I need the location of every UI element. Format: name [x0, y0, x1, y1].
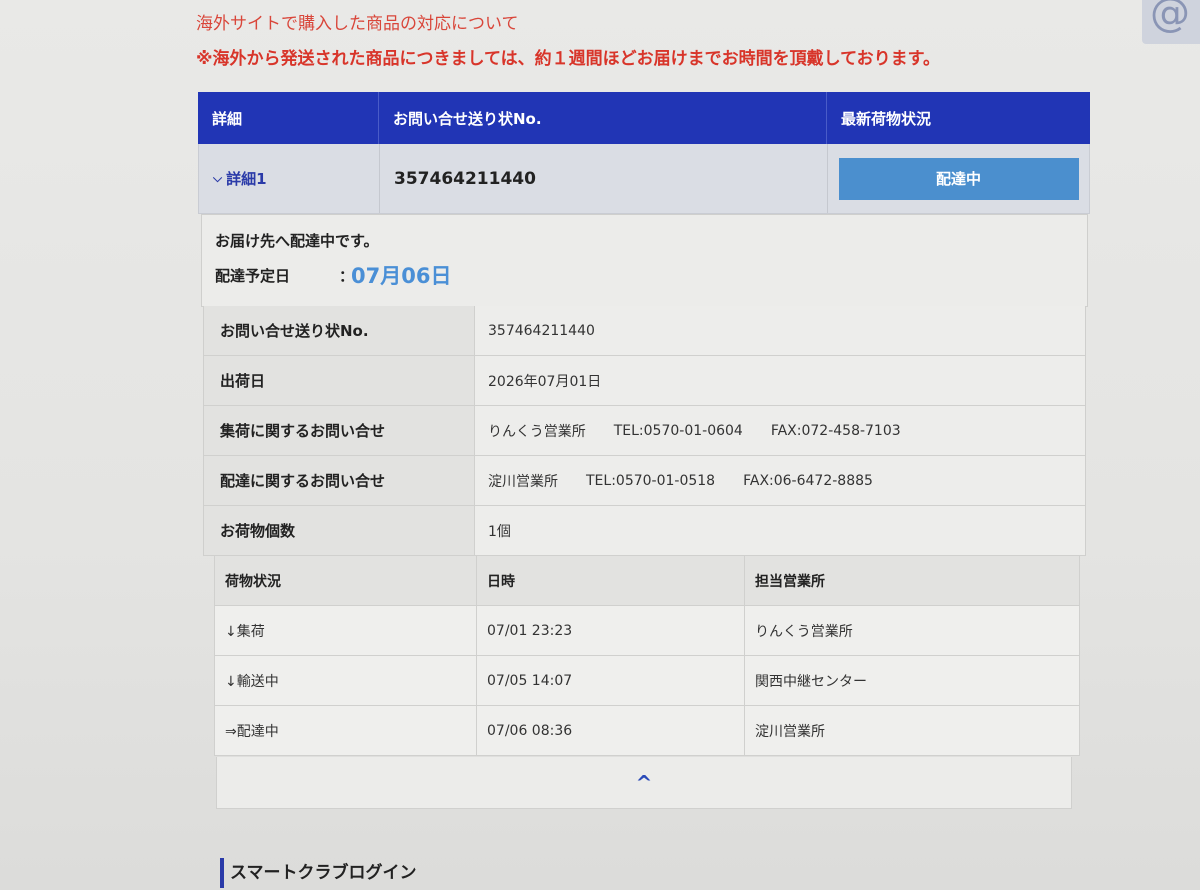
history-header-office: 担当営業所: [745, 556, 1079, 605]
info-value: 357464211440: [475, 306, 1085, 355]
history-status: ↓輸送中: [215, 656, 477, 705]
pickup-fax: FAX:072-458-7103: [770, 422, 901, 439]
pickup-office: りんくう営業所: [488, 423, 586, 440]
info-value: 1個: [475, 506, 1085, 555]
tracking-row: ⌵ 詳細1 357464211440 配達中: [198, 144, 1090, 214]
history-row: ↓輸送中 07/05 14:07 関西中継センター: [215, 656, 1079, 706]
detail-toggle[interactable]: ⌵ 詳細1: [199, 144, 380, 213]
info-label: 配達に関するお問い合せ: [204, 456, 475, 505]
tracking-number: 357464211440: [380, 144, 828, 213]
history-office: りんくう営業所: [745, 606, 1079, 655]
info-label: お問い合せ送り状No.: [204, 306, 475, 355]
info-value: 淀川営業所 TEL:0570-01-0518 FAX:06-6472-8885: [475, 456, 1085, 505]
at-icon[interactable]: @: [1142, 0, 1200, 44]
delivery-office: 淀川営業所: [488, 473, 558, 490]
history-office: 淀川営業所: [745, 706, 1079, 755]
history-datetime: 07/06 08:36: [477, 706, 745, 755]
package-count: 1個: [488, 523, 511, 540]
info-label: 出荷日: [204, 356, 475, 405]
detail-toggle-label: 詳細1: [226, 170, 267, 188]
due-date-label: 配達予定日: [215, 267, 291, 285]
overseas-notice-link[interactable]: 海外サイトで購入した商品の対応について: [196, 9, 519, 34]
chevron-up-icon: ^: [635, 770, 653, 795]
delivery-fax: FAX:06-6472-8885: [743, 472, 873, 489]
tracking-summary-table: 詳細 お問い合せ送り状No. 最新荷物状況 ⌵ 詳細1 357464211440…: [198, 92, 1090, 214]
history-row: ⇒配達中 07/06 08:36 淀川営業所: [215, 706, 1079, 756]
status-button[interactable]: 配達中: [838, 157, 1079, 200]
history-office: 関西中継センター: [745, 656, 1079, 705]
history-row: ↓集荷 07/01 23:23 りんくう営業所: [215, 606, 1079, 656]
info-label: 集荷に関するお問い合せ: [204, 406, 475, 455]
pickup-tel[interactable]: TEL:0570-01-0604: [614, 423, 743, 439]
history-header-datetime: 日時: [477, 556, 745, 605]
history-header: 荷物状況 日時 担当営業所: [215, 556, 1079, 606]
page-screen: 海外サイトで購入した商品の対応について ※海外から発送された商品につきましては、…: [0, 0, 1200, 890]
delivery-status-panel: お届け先へ配達中です。 配達予定日 ： 07月06日: [201, 214, 1088, 307]
info-row: 集荷に関するお問い合せ りんくう営業所 TEL:0570-01-0604 FAX…: [204, 406, 1085, 456]
info-value: りんくう営業所 TEL:0570-01-0604 FAX:072-458-710…: [475, 406, 1085, 455]
info-row: お荷物個数 1個: [204, 506, 1085, 556]
header-tracking-no: お問い合せ送り状No.: [379, 92, 827, 144]
history-status: ↓集荷: [215, 606, 477, 655]
history-status: ⇒配達中: [215, 706, 477, 755]
info-row: お問い合せ送り状No. 357464211440: [204, 306, 1085, 356]
info-value-ship-date: 2026年07月01日: [488, 373, 602, 390]
info-label: お荷物個数: [204, 506, 475, 555]
info-row: 配達に関するお問い合せ 淀川営業所 TEL:0570-01-0518 FAX:0…: [204, 456, 1085, 506]
chevron-down-icon: ⌵: [213, 171, 223, 185]
due-date-value: 07月06日: [351, 264, 452, 288]
history-datetime: 07/05 14:07: [477, 656, 745, 705]
header-detail: 詳細: [198, 92, 379, 144]
delivery-message: お届け先へ配達中です。: [215, 232, 379, 250]
collapse-button[interactable]: ^: [216, 757, 1072, 809]
info-value-tracking-no: 357464211440: [488, 322, 595, 339]
history-datetime: 07/01 23:23: [477, 606, 745, 655]
header-latest-status: 最新荷物状況: [841, 109, 932, 128]
info-row: 出荷日 2026年07月01日: [204, 356, 1085, 406]
shipment-info-table: お問い合せ送り状No. 357464211440 出荷日 2026年07月01日…: [203, 306, 1086, 556]
info-value: 2026年07月01日: [475, 356, 1085, 405]
tracking-table-header: 詳細 お問い合せ送り状No. 最新荷物状況: [198, 92, 1090, 144]
history-table: 荷物状況 日時 担当営業所 ↓集荷 07/01 23:23 りんくう営業所 ↓輸…: [214, 556, 1080, 756]
smart-club-login-heading: スマートクラブログイン: [220, 858, 417, 888]
history-header-status: 荷物状況: [215, 556, 477, 605]
overseas-delivery-notice: ※海外から発送された商品につきましては、約１週間ほどお届けまでお時間を頂戴してお…: [196, 49, 940, 69]
status-cell: 配達中: [828, 144, 1089, 213]
delivery-tel[interactable]: TEL:0570-01-0518: [586, 473, 715, 489]
